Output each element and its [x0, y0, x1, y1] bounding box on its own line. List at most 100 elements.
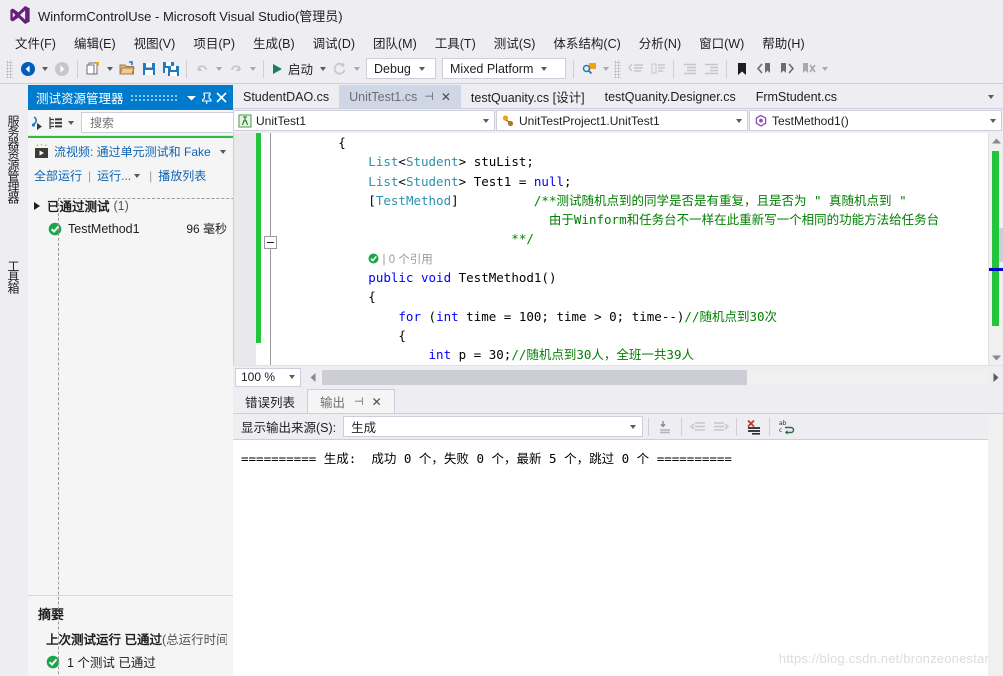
run-link[interactable]: 运行...	[97, 167, 131, 184]
next-message-button[interactable]	[709, 416, 731, 437]
comment-button[interactable]	[625, 58, 647, 80]
editor-horizontal-scrollbar[interactable]	[320, 369, 988, 385]
menu-item-team[interactable]: 团队(M)	[364, 31, 426, 54]
output-source-combo[interactable]: 生成	[343, 416, 644, 437]
test-group-passed[interactable]: 已通过测试 (1)	[28, 190, 233, 217]
go-to-message-button[interactable]	[654, 416, 676, 437]
document-tab-testquanity-designer[interactable]: testQuanity.Designer.cs	[595, 85, 746, 108]
tab-error-list[interactable]: 错误列表	[233, 389, 307, 413]
navigate-forward-button[interactable]	[51, 58, 73, 80]
navbar-member-combo[interactable]: TestMethod1()	[749, 110, 1002, 131]
save-button[interactable]	[138, 58, 160, 80]
promo-caret-icon[interactable]	[220, 149, 226, 154]
toolbar-overflow-icon[interactable]	[822, 66, 829, 71]
menu-item-build[interactable]: 生成(B)	[244, 31, 304, 54]
close-icon[interactable]: ✕	[441, 90, 451, 104]
playlist-link[interactable]: 播放列表	[158, 167, 206, 184]
next-bookmark-button[interactable]	[775, 58, 797, 80]
collapse-region-button[interactable]	[264, 236, 277, 249]
indent-button[interactable]	[700, 58, 722, 80]
search-input[interactable]	[88, 114, 247, 131]
hscrollbar-thumb[interactable]	[322, 369, 747, 385]
run-all-link[interactable]: 全部运行	[34, 167, 82, 184]
restart-caret-icon[interactable]	[354, 66, 361, 71]
pin-icon[interactable]: ⊣	[354, 395, 364, 408]
back-dropdown-caret-icon[interactable]	[42, 66, 48, 71]
panel-menu-button[interactable]	[184, 89, 199, 107]
outdent-button[interactable]	[678, 58, 700, 80]
open-file-button[interactable]	[116, 58, 138, 80]
menu-item-debug[interactable]: 调试(D)	[304, 31, 364, 54]
find-in-files-button[interactable]	[578, 58, 600, 80]
redo-caret-icon[interactable]	[250, 66, 256, 71]
new-item-caret-icon[interactable]	[107, 66, 113, 71]
start-caret-icon[interactable]	[320, 66, 327, 71]
vertical-tab-server-explorer[interactable]: 服务器资源管理器	[0, 85, 26, 233]
find-caret-icon[interactable]	[603, 66, 610, 71]
new-item-button[interactable]	[82, 58, 104, 80]
menu-item-window[interactable]: 窗口(W)	[690, 31, 753, 54]
output-body: 显示输出来源(S): 生成 ab c ========== 生成: 成功 0 个…	[233, 413, 1003, 676]
run-caret-icon[interactable]	[134, 173, 141, 178]
code-text-area[interactable]: { List<Student> stuList; List<Student> T…	[233, 133, 1003, 365]
undo-caret-icon[interactable]	[216, 66, 222, 71]
menu-item-view[interactable]: 视图(V)	[125, 31, 185, 54]
menu-item-architecture[interactable]: 体系结构(C)	[544, 31, 629, 54]
document-tab-testquanity-design[interactable]: testQuanity.cs [设计]	[461, 85, 595, 108]
scroll-down-button[interactable]	[989, 350, 1003, 365]
zoom-combo[interactable]: 100 %	[235, 367, 301, 387]
editor-bottom-bar: 100 %	[233, 365, 1003, 388]
platform-combo[interactable]: Mixed Platform	[442, 58, 567, 79]
panel-close-button[interactable]	[214, 89, 229, 107]
editor-vertical-scrollbar[interactable]	[988, 133, 1003, 365]
toggle-bookmark-button[interactable]	[731, 58, 753, 80]
menu-item-project[interactable]: 项目(P)	[184, 31, 244, 54]
menu-item-file[interactable]: 文件(F)	[6, 31, 65, 54]
clear-bookmarks-button[interactable]	[797, 58, 819, 80]
menu-item-tools[interactable]: 工具(T)	[426, 31, 485, 54]
save-all-button[interactable]	[160, 58, 182, 80]
group-by-button[interactable]	[48, 112, 65, 133]
panel-pin-button[interactable]	[199, 89, 214, 107]
navbar-class-combo[interactable]: UnitTestProject1.UnitTest1	[496, 110, 748, 131]
toolbar-grip[interactable]	[6, 59, 13, 78]
close-icon[interactable]: ✕	[372, 395, 382, 409]
uncomment-button[interactable]	[647, 58, 669, 80]
tab-output[interactable]: 输出 ⊣ ✕	[307, 389, 395, 413]
previous-bookmark-button[interactable]	[753, 58, 775, 80]
restart-button[interactable]	[329, 58, 351, 80]
document-tab-unittest1[interactable]: UnitTest1.cs ⊣ ✕	[339, 85, 461, 108]
pin-icon[interactable]: ⊣	[424, 90, 434, 103]
scrollbar-thumb[interactable]	[999, 228, 1003, 262]
navbar-project-combo[interactable]: UnitTest1	[233, 110, 495, 131]
undo-icon	[197, 64, 207, 71]
tab-overflow-button[interactable]	[979, 85, 1003, 108]
group-by-caret-icon[interactable]	[68, 120, 74, 125]
menu-item-help[interactable]: 帮助(H)	[753, 31, 813, 54]
configuration-combo[interactable]: Debug	[366, 58, 437, 79]
document-tab-frmstudent[interactable]: FrmStudent.cs	[746, 85, 847, 108]
scroll-left-button[interactable]	[305, 370, 320, 385]
code-token: Student	[405, 154, 459, 170]
document-tab-studentdao[interactable]: StudentDAO.cs	[233, 85, 339, 108]
menu-item-edit[interactable]: 编辑(E)	[65, 31, 125, 54]
toggle-word-wrap-button[interactable]: ab c	[775, 416, 797, 437]
toolbar-grip[interactable]	[614, 59, 622, 78]
uncomment-icon	[651, 63, 665, 73]
test-explorer-promo[interactable]: 流视频: 通过单元测试和 Fake	[28, 138, 233, 163]
scroll-right-button[interactable]	[988, 370, 1003, 385]
run-tests-button[interactable]	[31, 112, 48, 133]
navigate-back-button[interactable]	[17, 58, 39, 80]
start-debug-button[interactable]: 启动	[268, 58, 317, 80]
test-list-item[interactable]: TestMethod1 96 毫秒	[28, 217, 233, 240]
menu-item-test[interactable]: 测试(S)	[485, 31, 545, 54]
code-lens-text[interactable]: | 0 个引用	[379, 254, 433, 266]
undo-button[interactable]	[191, 58, 213, 80]
previous-message-button[interactable]	[687, 416, 709, 437]
output-vertical-scrollbar[interactable]	[988, 414, 1003, 676]
vertical-tab-toolbox[interactable]: 工具箱	[0, 240, 26, 312]
scroll-up-button[interactable]	[989, 133, 1003, 148]
clear-all-button[interactable]	[742, 416, 764, 437]
menu-item-analyze[interactable]: 分析(N)	[630, 31, 690, 54]
redo-button[interactable]	[225, 58, 247, 80]
